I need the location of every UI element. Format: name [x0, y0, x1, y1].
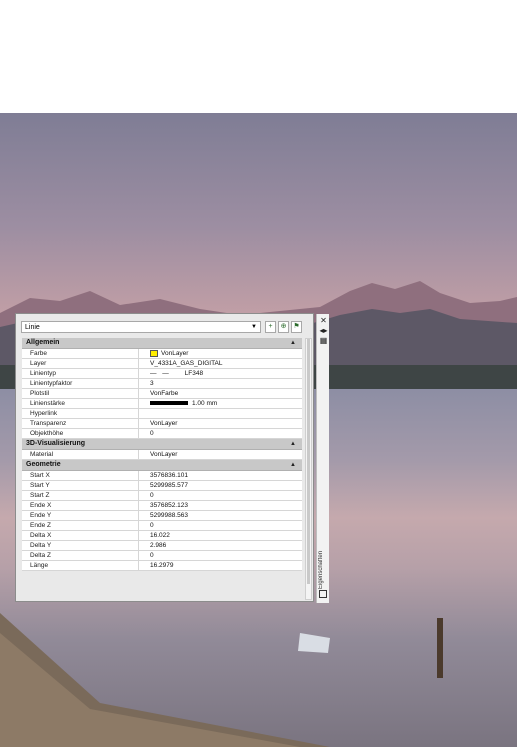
property-row[interactable]: Start Y 5299985.577	[22, 481, 302, 491]
property-key: Start Y	[30, 481, 139, 490]
property-key: Linientyp	[30, 369, 139, 378]
property-row[interactable]: Linientyp — — LF348	[22, 369, 302, 379]
property-row[interactable]: Material VonLayer	[22, 450, 302, 460]
property-key: Länge	[30, 561, 139, 570]
property-value[interactable]: 2.986	[148, 541, 302, 550]
collapse-icon[interactable]: ▲	[290, 460, 296, 470]
property-value[interactable]: 3	[148, 379, 302, 388]
property-key: Delta Z	[30, 551, 139, 560]
property-value[interactable]: 16.2979	[148, 561, 302, 570]
property-row[interactable]: Plotstil VonFarbe	[22, 389, 302, 399]
property-key: Delta Y	[30, 541, 139, 550]
section-header[interactable]: Geometrie ▲	[22, 460, 302, 471]
property-key: Layer	[30, 359, 139, 368]
property-value[interactable]: 0	[148, 551, 302, 560]
property-row[interactable]: Delta Z 0	[22, 551, 302, 561]
property-row[interactable]: Start Z 0	[22, 491, 302, 501]
quick-select-icon[interactable]: ⚑	[291, 321, 302, 333]
property-key: Start Z	[30, 491, 139, 500]
property-value[interactable]: 3576836.101	[148, 471, 302, 480]
property-row[interactable]: Linientypfaktor 3	[22, 379, 302, 389]
property-value[interactable]: VonLayer	[148, 419, 302, 428]
property-key: Plotstil	[30, 389, 139, 398]
object-type-value: Linie	[25, 324, 40, 331]
property-key: Transparenz	[30, 419, 139, 428]
property-row[interactable]: Ende Z 0	[22, 521, 302, 531]
palette-title-bar[interactable]: ✕ ◂▸ ▦ Eigenschaften	[316, 314, 329, 603]
property-value[interactable]: 3576852.123	[148, 501, 302, 510]
property-row[interactable]: Objekthöhe 0	[22, 429, 302, 439]
linetype-preview-icon: — —	[150, 370, 175, 377]
property-row[interactable]: Hyperlink	[22, 409, 302, 419]
property-row[interactable]: Ende X 3576852.123	[22, 501, 302, 511]
collapse-icon[interactable]: ▲	[290, 439, 296, 449]
palette-footer-icon[interactable]	[319, 590, 327, 598]
property-value[interactable]: 5299988.563	[148, 511, 302, 520]
property-value[interactable]: VonLayer	[148, 450, 302, 459]
wooden-pier	[0, 613, 443, 747]
property-value[interactable]: 1.00 mm	[148, 399, 302, 408]
property-row[interactable]: Farbe VonLayer	[22, 349, 302, 359]
properties-palette: Linie ▼ + ⊕ ⚑ Allgemein ▲ Farbe VonLayer L…	[15, 313, 329, 603]
property-key: Ende Z	[30, 521, 139, 530]
lineweight-preview-icon	[150, 401, 188, 406]
property-row[interactable]: Delta X 16.022	[22, 531, 302, 541]
section-header[interactable]: Allgemein ▲	[22, 338, 302, 349]
object-type-dropdown[interactable]: Linie ▼	[21, 321, 261, 333]
property-value[interactable]: V_4331A_GAS_DIGITAL	[148, 359, 302, 368]
property-row[interactable]: Länge 16.2979	[22, 561, 302, 571]
toggle-pickadd-icon[interactable]: +	[265, 321, 276, 333]
property-key: Ende X	[30, 501, 139, 510]
property-value[interactable]: 0	[148, 429, 302, 438]
autohide-icon[interactable]: ◂▸	[319, 326, 328, 335]
properties-menu-icon[interactable]: ▦	[319, 336, 328, 345]
property-row[interactable]: Linienstärke 1.00 mm	[22, 399, 302, 409]
property-key: Delta X	[30, 531, 139, 540]
property-key: Ende Y	[30, 511, 139, 520]
chevron-down-icon: ▼	[251, 324, 257, 330]
close-icon[interactable]: ✕	[319, 316, 328, 325]
property-key: Hyperlink	[30, 409, 139, 418]
property-value[interactable]: 0	[148, 491, 302, 500]
property-value[interactable]: 5299985.577	[148, 481, 302, 490]
property-row[interactable]: Delta Y 2.986	[22, 541, 302, 551]
select-objects-icon[interactable]: ⊕	[278, 321, 289, 333]
property-key: Objekthöhe	[30, 429, 139, 438]
property-row[interactable]: Layer V_4331A_GAS_DIGITAL	[22, 359, 302, 369]
section-header[interactable]: 3D-Visualisierung ▲	[22, 439, 302, 450]
property-key: Linientypfaktor	[30, 379, 139, 388]
property-grid: Allgemein ▲ Farbe VonLayer Layer V_4331A_GA…	[22, 338, 302, 571]
scrollbar-thumb[interactable]	[307, 339, 310, 584]
property-key: Start X	[30, 471, 139, 480]
property-value[interactable]	[148, 409, 302, 418]
property-row[interactable]: Ende Y 5299988.563	[22, 511, 302, 521]
property-key: Linienstärke	[30, 399, 139, 408]
section-title: Allgemein	[26, 339, 60, 346]
section-title: 3D-Visualisierung	[26, 440, 86, 447]
collapse-icon[interactable]: ▲	[290, 338, 296, 348]
property-value[interactable]: — — LF348	[148, 369, 302, 378]
property-row[interactable]: Transparenz VonLayer	[22, 419, 302, 429]
property-value[interactable]: 0	[148, 521, 302, 530]
property-key: Material	[30, 450, 139, 459]
vertical-scrollbar[interactable]	[305, 338, 312, 600]
property-value[interactable]: 16.022	[148, 531, 302, 540]
property-value[interactable]: VonFarbe	[148, 389, 302, 398]
section-title: Geometrie	[26, 461, 61, 468]
property-value[interactable]: VonLayer	[148, 349, 302, 358]
property-key: Farbe	[30, 349, 139, 358]
color-swatch-icon	[150, 349, 158, 357]
property-row[interactable]: Start X 3576836.101	[22, 471, 302, 481]
